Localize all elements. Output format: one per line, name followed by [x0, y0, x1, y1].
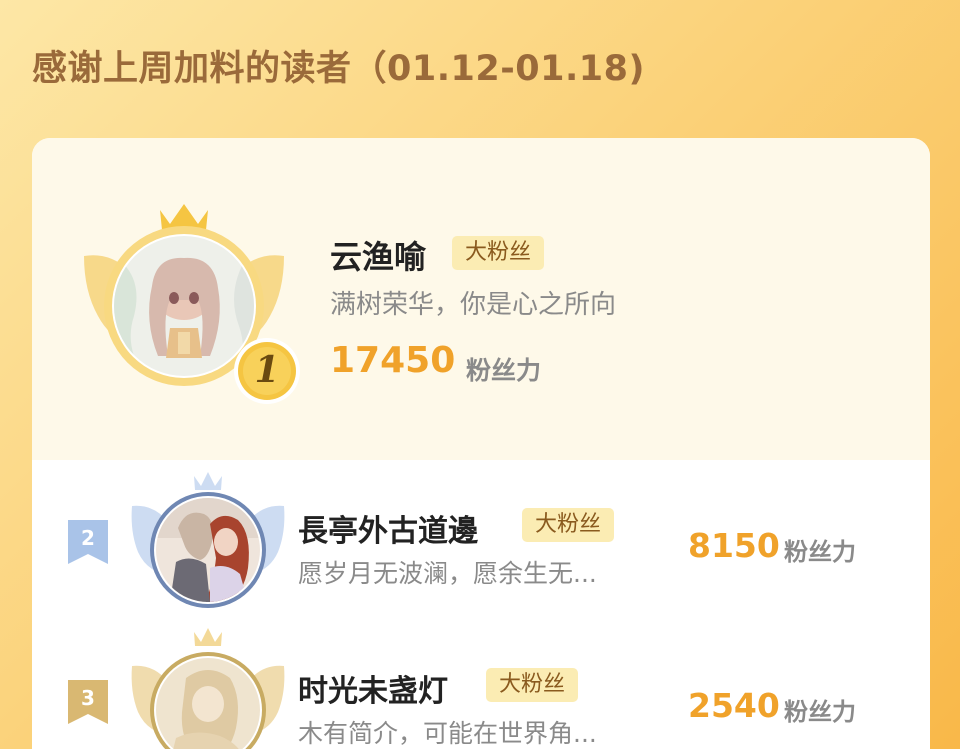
rank-2-row[interactable]: 2 長亭外古道邊 大粉丝 愿岁月无波澜，愿余生无... 8150 粉丝力	[32, 468, 930, 618]
rank-number: 2	[81, 526, 95, 550]
rank-number: 1	[254, 349, 280, 391]
rank-number: 3	[81, 686, 95, 710]
reader-name: 長亭外古道邊	[298, 514, 478, 549]
fan-power-value: 8150	[688, 526, 780, 565]
reader-motto: 木有简介，可能在世界角...	[298, 719, 597, 748]
fan-level-badge: 大粉丝	[486, 668, 578, 702]
avatar[interactable]	[156, 498, 260, 602]
reader-motto: 满树荣华，你是心之所向	[330, 290, 617, 320]
page-heading: 感谢上周加料的读者（01.12-01.18)	[32, 49, 645, 89]
reader-name: 时光未盏灯	[298, 674, 448, 709]
ribbon-flag-icon: 3	[66, 680, 110, 724]
rank-3-row[interactable]: 3 时光未盏灯 大粉丝 木有简介，可能在世界角... 2540 粉丝力	[32, 626, 930, 749]
fan-power-label: 粉丝力	[466, 356, 542, 385]
ranking-panel: 1 云渔喻 大粉丝 满树荣华，你是心之所向 17450 粉丝力 2 長亭外古道邊…	[32, 138, 930, 749]
fan-power-value: 17450	[330, 340, 456, 381]
rank-1-card[interactable]: 1 云渔喻 大粉丝 满树荣华，你是心之所向 17450 粉丝力	[32, 138, 930, 460]
rank-3-avatar-frame	[128, 626, 288, 749]
fan-power-value: 2540	[688, 686, 780, 725]
fan-power-label: 粉丝力	[784, 698, 856, 726]
fan-level-badge: 大粉丝	[522, 508, 614, 542]
medal-icon: 1	[232, 336, 302, 406]
crown-icon	[194, 628, 222, 646]
crown-icon	[194, 472, 222, 490]
reader-name: 云渔喻	[330, 238, 427, 276]
rank-2-avatar-frame	[128, 468, 288, 618]
fan-power-label: 粉丝力	[784, 538, 856, 566]
reader-motto: 愿岁月无波澜，愿余生无...	[298, 559, 597, 588]
rank-1-avatar-frame: 1	[74, 196, 300, 406]
ribbon-flag-icon: 2	[66, 520, 110, 564]
fan-level-badge: 大粉丝	[452, 236, 544, 270]
